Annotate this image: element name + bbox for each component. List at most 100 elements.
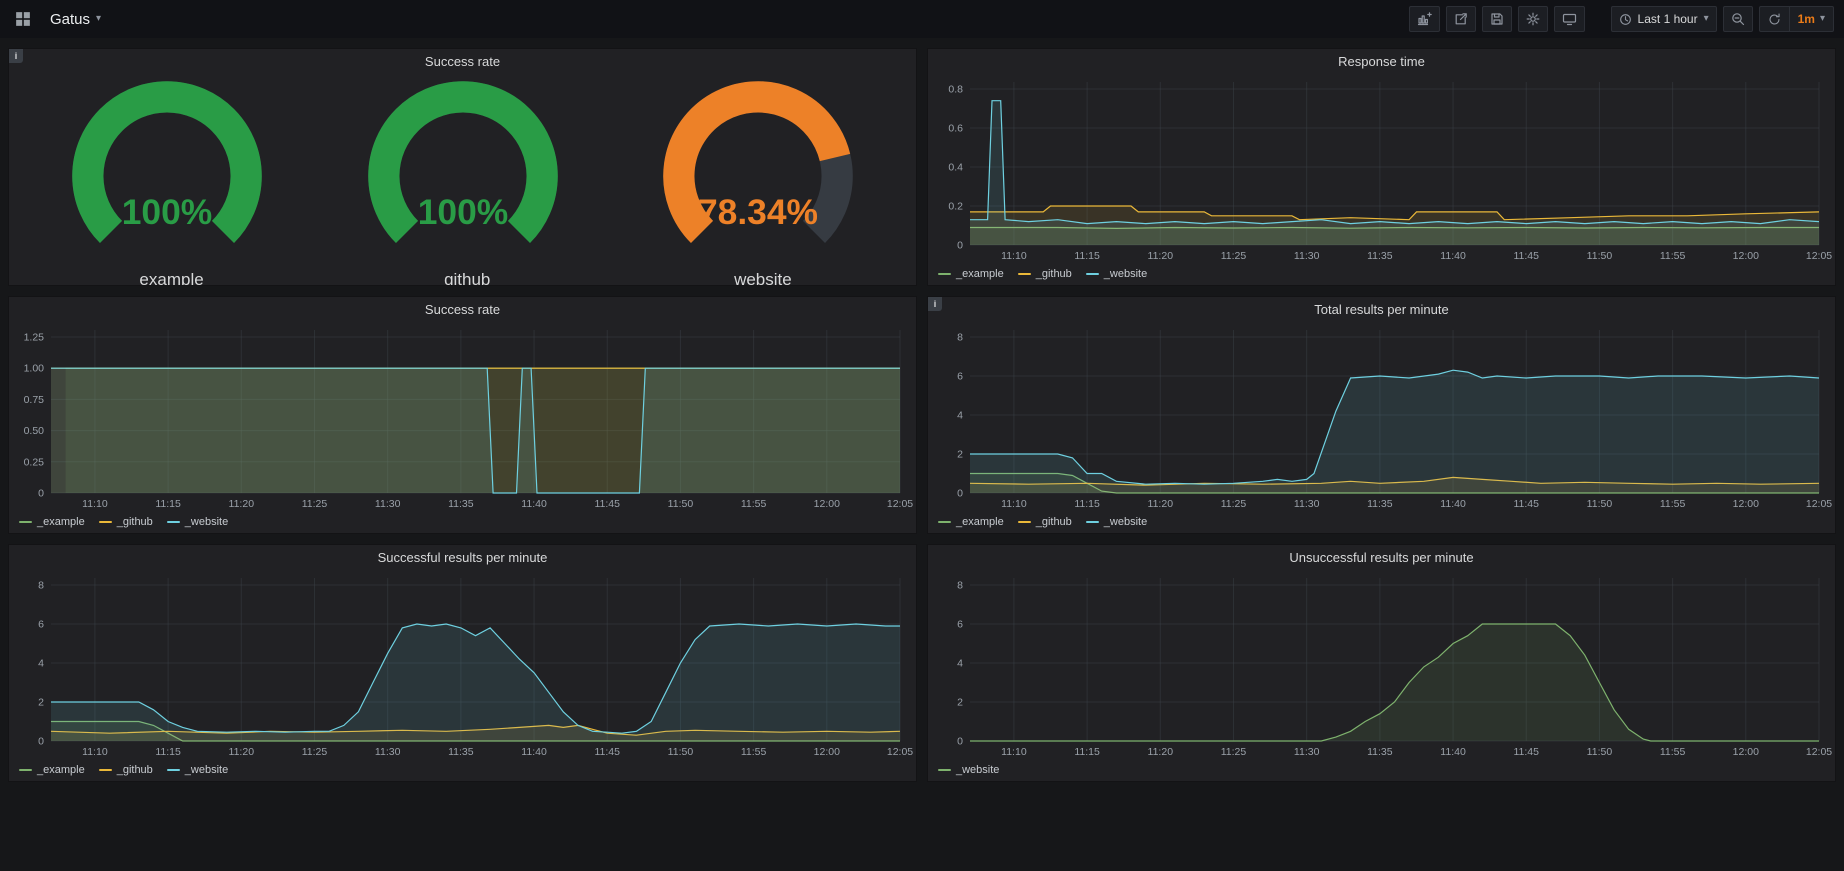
legend-swatch-icon	[167, 769, 180, 771]
svg-text:11:45: 11:45	[1513, 498, 1539, 510]
svg-text:11:50: 11:50	[668, 498, 694, 510]
monitor-icon	[1562, 12, 1577, 26]
legend-label: _example	[37, 516, 85, 528]
panel-info-icon[interactable]: i	[928, 297, 942, 311]
svg-text:11:40: 11:40	[1440, 746, 1466, 758]
svg-text:11:15: 11:15	[155, 498, 181, 510]
success-rate-chart[interactable]: 00.250.500.751.001.2511:1011:1511:2011:2…	[15, 322, 910, 511]
svg-text:0.8: 0.8	[948, 84, 963, 96]
total-results-chart-area[interactable]: 0246811:1011:1511:2011:2511:3011:3511:40…	[934, 322, 1829, 511]
legend-item-_example[interactable]: _example	[938, 516, 1004, 528]
svg-text:11:15: 11:15	[155, 746, 181, 758]
panel-title[interactable]: Success rate	[425, 54, 500, 69]
panel-header: Success rate	[9, 49, 916, 74]
svg-text:8: 8	[957, 580, 963, 592]
svg-text:11:50: 11:50	[668, 746, 694, 758]
response-time-chart-area[interactable]: 00.20.40.60.811:1011:1511:2011:2511:3011…	[934, 74, 1829, 263]
settings-button[interactable]	[1518, 6, 1548, 32]
svg-text:6: 6	[957, 619, 963, 631]
successful-results-chart-area[interactable]: 0246811:1011:1511:2011:2511:3011:3511:40…	[15, 570, 910, 759]
svg-text:12:05: 12:05	[1806, 746, 1832, 758]
add-panel-button[interactable]	[1409, 6, 1440, 32]
svg-text:11:30: 11:30	[375, 498, 401, 510]
svg-text:8: 8	[38, 580, 44, 592]
svg-text:11:35: 11:35	[448, 498, 474, 510]
legend-swatch-icon	[99, 521, 112, 523]
legend-item-_website[interactable]: _website	[167, 764, 228, 776]
svg-text:100%: 100%	[417, 192, 508, 232]
unsuccessful-results-chart-area[interactable]: 0246811:1011:1511:2011:2511:3011:3511:40…	[934, 570, 1829, 759]
total-results-chart[interactable]: 0246811:1011:1511:2011:2511:3011:3511:40…	[934, 322, 1829, 511]
legend-item-_github[interactable]: _github	[1018, 516, 1072, 528]
legend-item-_example[interactable]: _example	[938, 268, 1004, 280]
navbar-right: Last 1 hour ▾ 1m ▾	[1409, 6, 1834, 32]
panel-header: Response time	[928, 49, 1835, 74]
chart-legend: _example _github _website	[928, 263, 1835, 285]
svg-text:12:00: 12:00	[1733, 250, 1759, 262]
panel-successful-results: Successful results per minute 0246811:10…	[8, 544, 917, 782]
svg-text:11:55: 11:55	[1660, 498, 1686, 510]
svg-text:11:15: 11:15	[1074, 498, 1100, 510]
response-time-chart[interactable]: 00.20.40.60.811:1011:1511:2011:2511:3011…	[934, 74, 1829, 263]
legend-swatch-icon	[938, 273, 951, 275]
time-range-picker[interactable]: Last 1 hour ▾	[1611, 6, 1717, 32]
svg-text:11:35: 11:35	[1367, 746, 1393, 758]
dashboard-grid: i Success rate 100% _example 100% _github 78…	[0, 38, 1844, 782]
legend-item-_example[interactable]: _example	[19, 516, 85, 528]
svg-text:11:20: 11:20	[229, 746, 255, 758]
successful-results-chart[interactable]: 0246811:1011:1511:2011:2511:3011:3511:40…	[15, 570, 910, 759]
success-rate-chart-area[interactable]: 00.250.500.751.001.2511:1011:1511:2011:2…	[15, 322, 910, 511]
panel-total-results: i Total results per minute 0246811:1011:…	[927, 296, 1836, 534]
legend-label: _website	[185, 516, 228, 528]
dashboards-grid-icon[interactable]	[10, 6, 36, 32]
legend-item-_website[interactable]: _website	[938, 764, 999, 776]
zoom-out-button[interactable]	[1723, 6, 1753, 32]
panel-title[interactable]: Successful results per minute	[378, 550, 548, 565]
svg-text:11:25: 11:25	[1221, 746, 1247, 758]
legend-label: _website	[956, 764, 999, 776]
svg-text:0.4: 0.4	[948, 162, 963, 174]
save-button[interactable]	[1482, 6, 1512, 32]
panel-title[interactable]: Response time	[1338, 54, 1425, 69]
clock-icon	[1619, 13, 1632, 26]
svg-text:11:35: 11:35	[1367, 250, 1393, 262]
panel-title[interactable]: Total results per minute	[1314, 302, 1448, 317]
refresh-interval-picker[interactable]: 1m ▾	[1789, 7, 1833, 31]
svg-text:0: 0	[38, 488, 44, 500]
apps-grid-icon	[15, 11, 31, 27]
cycle-view-mode-button[interactable]	[1554, 6, 1585, 32]
gauge-label: _github	[435, 270, 491, 286]
panel-info-icon[interactable]: i	[9, 49, 23, 63]
legend-swatch-icon	[1086, 521, 1099, 523]
svg-text:100%: 100%	[122, 192, 213, 232]
legend-label: _example	[956, 516, 1004, 528]
legend-swatch-icon	[19, 521, 32, 523]
svg-text:2: 2	[38, 697, 44, 709]
legend-swatch-icon	[938, 521, 951, 523]
svg-text:11:55: 11:55	[741, 746, 767, 758]
legend-item-_github[interactable]: _github	[99, 764, 153, 776]
refresh-button[interactable]	[1760, 7, 1789, 31]
svg-text:11:25: 11:25	[302, 746, 328, 758]
svg-text:11:10: 11:10	[1001, 250, 1027, 262]
legend-item-_github[interactable]: _github	[1018, 268, 1072, 280]
svg-text:78.34%: 78.34%	[698, 192, 818, 232]
share-button[interactable]	[1446, 6, 1476, 32]
panel-title[interactable]: Unsuccessful results per minute	[1289, 550, 1473, 565]
legend-item-_example[interactable]: _example	[19, 764, 85, 776]
chart-legend: _example _github _website	[9, 759, 916, 781]
legend-item-_website[interactable]: _website	[1086, 516, 1147, 528]
svg-text:2: 2	[957, 697, 963, 709]
panel-title[interactable]: Success rate	[425, 302, 500, 317]
legend-swatch-icon	[1086, 273, 1099, 275]
svg-text:12:05: 12:05	[887, 746, 913, 758]
legend-item-_website[interactable]: _website	[1086, 268, 1147, 280]
unsuccessful-results-chart[interactable]: 0246811:1011:1511:2011:2511:3011:3511:40…	[934, 570, 1829, 759]
legend-item-_website[interactable]: _website	[167, 516, 228, 528]
svg-text:0: 0	[957, 736, 963, 748]
svg-text:11:35: 11:35	[1367, 498, 1393, 510]
dashboard-title-picker[interactable]: Gatus ▾	[44, 7, 107, 32]
svg-text:11:50: 11:50	[1587, 746, 1613, 758]
legend-item-_github[interactable]: _github	[99, 516, 153, 528]
legend-label: _website	[1104, 516, 1147, 528]
